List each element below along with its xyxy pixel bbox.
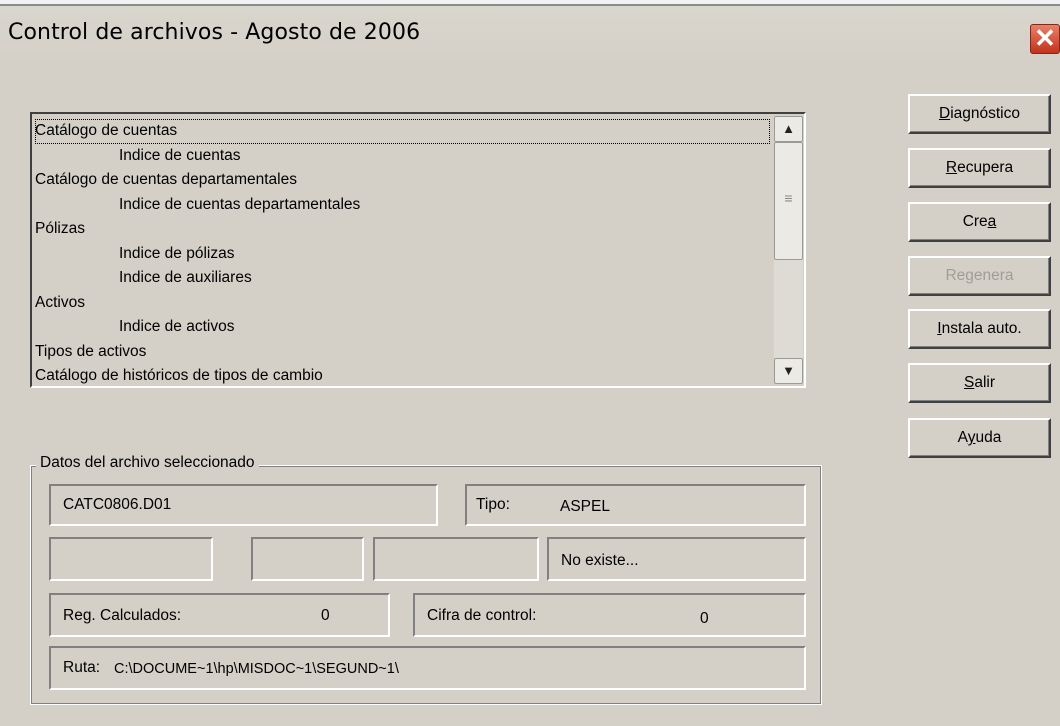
list-item[interactable]: Indice de cuentas xyxy=(35,144,770,169)
list-item[interactable]: Pólizas xyxy=(35,217,770,242)
info-field-b xyxy=(251,537,364,581)
path-label: Ruta: xyxy=(63,659,101,676)
status-value: No existe... xyxy=(561,552,639,569)
instala-auto-button[interactable]: Instala auto. xyxy=(908,309,1051,349)
vertical-scrollbar[interactable]: ▲ ≡ ▼ xyxy=(774,116,803,384)
scroll-down-button[interactable]: ▼ xyxy=(774,358,803,384)
file-name-value: CATC0806.D01 xyxy=(63,496,172,513)
group-label: Datos del archivo seleccionado xyxy=(36,454,259,472)
list-item[interactable]: Indice de pólizas xyxy=(35,242,770,267)
list-item[interactable]: Catálogo de históricos de tipos de cambi… xyxy=(35,364,770,389)
records-field: Reg. Calculados: 0 xyxy=(49,593,390,637)
close-button[interactable]: ✕ xyxy=(1030,24,1060,54)
crea-button[interactable]: Crea xyxy=(908,202,1051,242)
file-name-field: CATC0806.D01 xyxy=(49,484,438,526)
records-value: 0 xyxy=(321,607,330,624)
list-item[interactable]: Indice de auxiliares xyxy=(35,266,770,291)
control-label: Cifra de control: xyxy=(427,607,537,624)
control-value: 0 xyxy=(700,610,709,627)
type-value: ASPEL xyxy=(560,498,610,515)
title-bar: Control de archivos - Agosto de 2006 ✕ xyxy=(0,6,1060,64)
scroll-up-button[interactable]: ▲ xyxy=(774,116,803,142)
recupera-button[interactable]: Recupera xyxy=(908,148,1051,188)
file-list-items: Catálogo de cuentas Indice de cuentas Catá… xyxy=(35,119,770,389)
window-title: Control de archivos - Agosto de 2006 xyxy=(8,20,421,45)
diagn-stico-button[interactable]: Diagnóstico xyxy=(908,94,1051,134)
list-item[interactable]: Indice de activos xyxy=(35,315,770,340)
scroll-thumb[interactable]: ≡ xyxy=(774,142,803,260)
type-field: Tipo: ASPEL xyxy=(465,484,806,526)
status-field: No existe... xyxy=(547,537,806,581)
control-field: Cifra de control: 0 xyxy=(413,593,806,637)
info-field-c xyxy=(373,537,539,581)
path-value: C:\DOCUME~1\hp\MISDOC~1\SEGUND~1\ xyxy=(114,661,399,677)
info-field-a xyxy=(49,537,213,581)
list-item[interactable]: Catálogo de cuentas departamentales xyxy=(35,168,770,193)
ayuda-button[interactable]: Ayuda xyxy=(908,418,1051,458)
path-field: Ruta: C:\DOCUME~1\hp\MISDOC~1\SEGUND~1\ xyxy=(49,646,806,690)
list-item[interactable]: Activos xyxy=(35,291,770,316)
records-label: Reg. Calculados: xyxy=(63,607,182,624)
type-label: Tipo: xyxy=(476,496,510,513)
regenera-button[interactable]: Regenera xyxy=(908,256,1051,296)
file-list[interactable]: Catálogo de cuentas Indice de cuentas Catá… xyxy=(30,112,806,388)
list-item[interactable]: Tipos de activos xyxy=(35,340,770,365)
list-item[interactable]: Catálogo de cuentas xyxy=(35,119,770,144)
salir-button[interactable]: Salir xyxy=(908,363,1051,403)
list-item[interactable]: Indice de cuentas departamentales xyxy=(35,193,770,218)
